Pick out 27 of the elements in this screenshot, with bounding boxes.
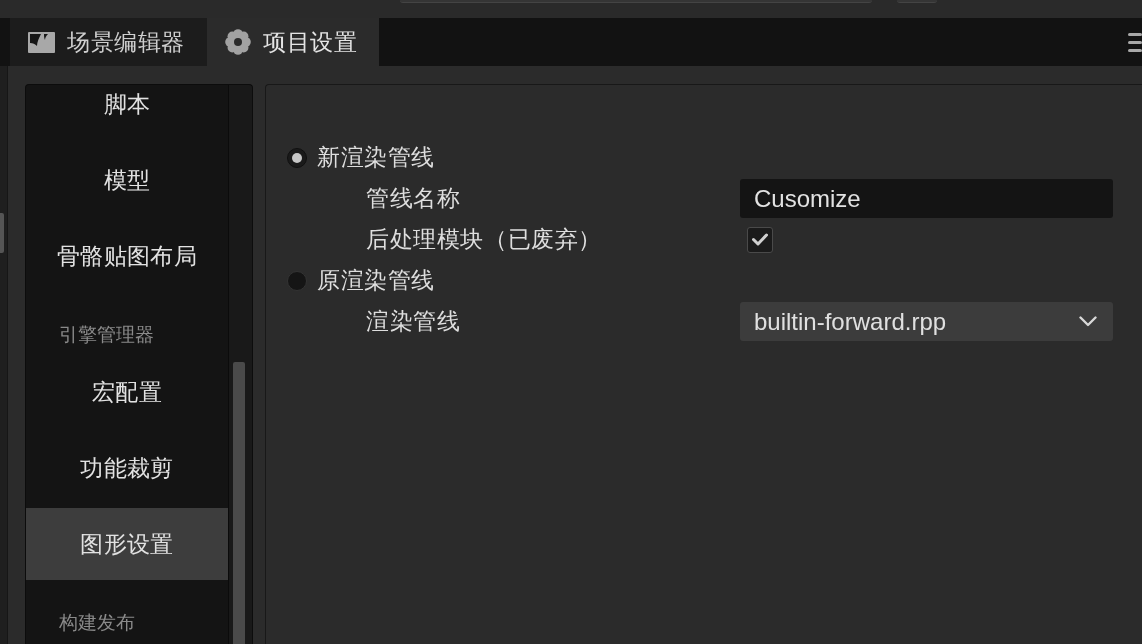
- scrollbar-thumb[interactable]: [0, 213, 4, 253]
- sidebar-item[interactable]: 图形设置: [26, 508, 228, 580]
- gear-icon: [225, 29, 251, 55]
- radio-button[interactable]: [287, 147, 307, 168]
- field-label: 后处理模块（已废弃）: [366, 225, 602, 254]
- tab[interactable]: 场景编辑器: [10, 18, 207, 66]
- field-label: 管线名称: [366, 184, 461, 213]
- sidebar-item[interactable]: 脚本: [26, 85, 228, 142]
- sidebar-item[interactable]: 宏配置: [26, 354, 228, 430]
- checkmark-icon: [752, 233, 768, 246]
- sidebar-group-header: 构建发布: [58, 611, 136, 635]
- radio-label: 原渲染管线: [317, 266, 435, 295]
- tab[interactable]: 项目设置: [207, 18, 380, 66]
- sidebar-item[interactable]: 功能裁剪: [26, 430, 228, 506]
- chevron-down-icon: [1079, 316, 1097, 327]
- radio-button[interactable]: [287, 270, 307, 291]
- checkbox[interactable]: [747, 226, 773, 253]
- sidebar-item[interactable]: 模型: [26, 142, 228, 218]
- radio-label: 新渲染管线: [317, 143, 435, 172]
- scrollbar-thumb[interactable]: [233, 362, 245, 644]
- dropdown-select[interactable]: builtin-forward.rpp: [740, 302, 1113, 341]
- sidebar-item[interactable]: 骨骼贴图布局: [26, 218, 228, 294]
- field-label: 渲染管线: [366, 307, 461, 336]
- text-input[interactable]: Cusomize: [740, 179, 1113, 218]
- image-icon: [28, 31, 55, 53]
- menu-icon[interactable]: [1128, 32, 1142, 52]
- sidebar-group-header: 引擎管理器: [58, 323, 155, 347]
